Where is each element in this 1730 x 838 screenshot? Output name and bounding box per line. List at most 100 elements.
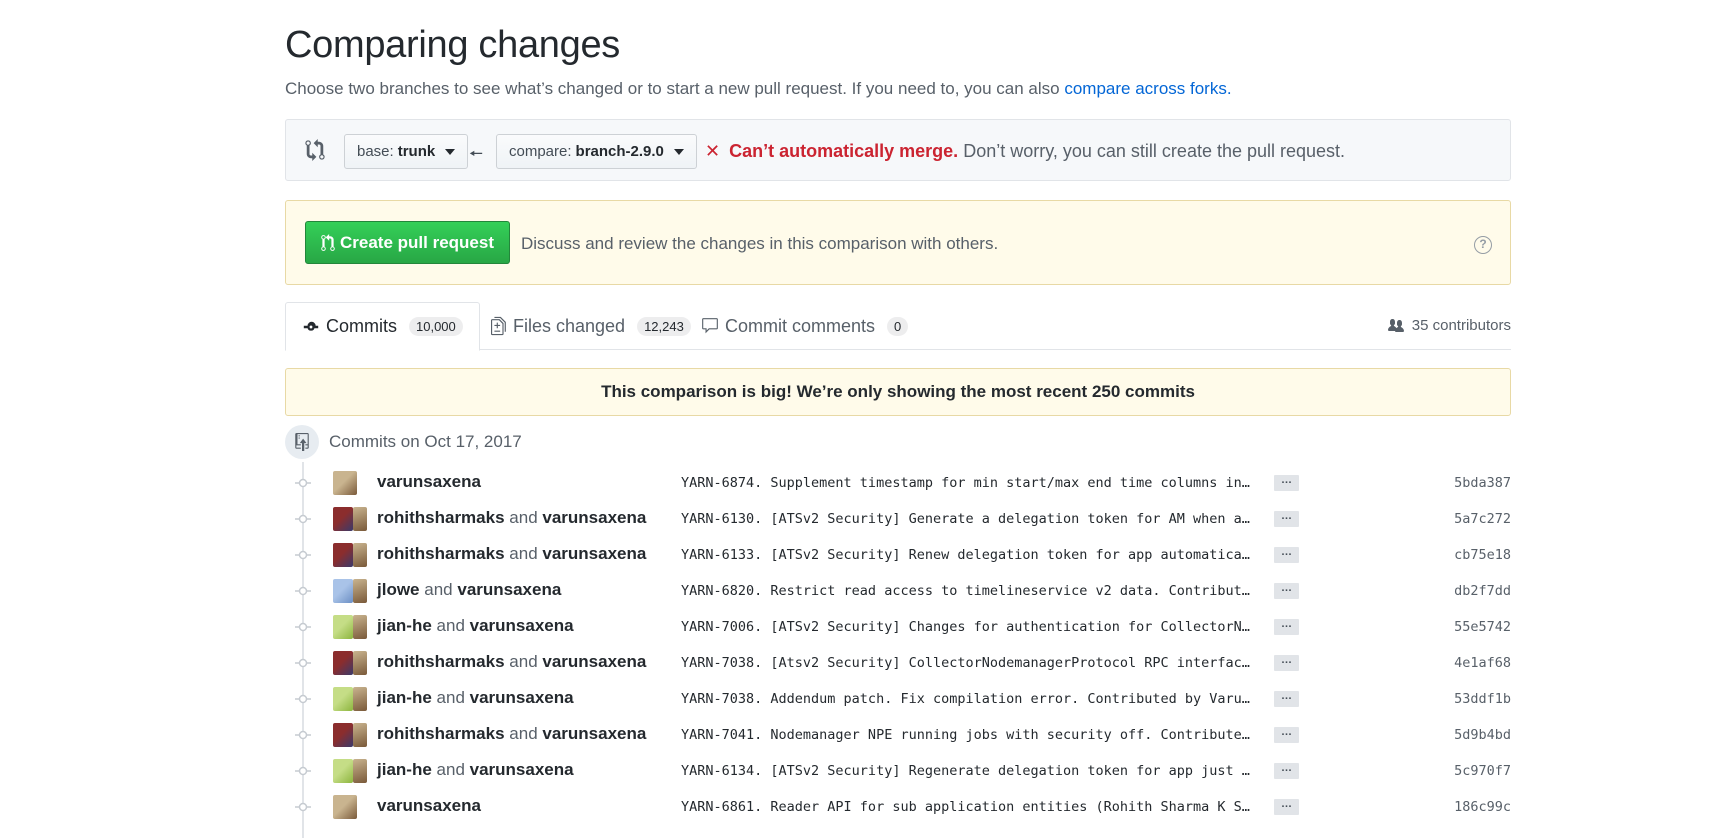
commit-sha-link[interactable]: 186c99c: [1454, 799, 1511, 815]
contributors-link[interactable]: 35 contributors: [1386, 317, 1511, 334]
tab-commit-comments-label: Commit comments: [725, 315, 876, 336]
commit-avatars[interactable]: [333, 471, 357, 495]
commit-row: rohithsharmaks and varunsaxena YARN-7038.…: [285, 645, 1511, 681]
expand-message-button[interactable]: …: [1274, 763, 1299, 779]
chevron-down-icon: [445, 148, 456, 155]
coauthor-link[interactable]: varunsaxena: [470, 688, 574, 707]
create-pull-request-label: Create pull request: [340, 232, 494, 252]
commit-sha-link[interactable]: db2f7dd: [1454, 583, 1511, 599]
compare-across-forks-link[interactable]: compare across forks.: [1064, 79, 1231, 98]
coauthor-link[interactable]: varunsaxena: [542, 724, 646, 743]
author-link[interactable]: rohithsharmaks: [377, 652, 505, 671]
tab-files-changed[interactable]: Files changed 12,243: [475, 302, 707, 350]
commit-avatars[interactable]: [333, 579, 367, 603]
expand-message-button[interactable]: …: [1274, 511, 1299, 527]
coauthor-link[interactable]: varunsaxena: [470, 616, 574, 635]
commit-authors: rohithsharmaks and varunsaxena: [377, 544, 646, 564]
author-link[interactable]: jian-he: [377, 616, 432, 635]
avatar[interactable]: [333, 651, 353, 675]
commit-avatars[interactable]: [333, 795, 357, 819]
commit-avatars[interactable]: [333, 759, 367, 783]
and-text: and: [509, 508, 538, 527]
commit-message-link[interactable]: YARN-6861. Reader API for sub applicatio…: [681, 799, 1261, 815]
commit-sha-link[interactable]: 4e1af68: [1454, 655, 1511, 671]
commit-sha-link[interactable]: 5c970f7: [1454, 763, 1511, 779]
coauthor-link[interactable]: varunsaxena: [542, 544, 646, 563]
author-link[interactable]: rohithsharmaks: [377, 508, 505, 527]
commit-avatars[interactable]: [333, 615, 367, 639]
compare-tabs: Commits 10,000 Files changed 12,243 Comm…: [285, 302, 1511, 351]
commit-message-link[interactable]: YARN-7006. [ATSv2 Security] Changes for …: [681, 619, 1261, 635]
commit-avatars[interactable]: [333, 507, 367, 531]
commit-message-link[interactable]: YARN-7038. Addendum patch. Fix compilati…: [681, 691, 1261, 707]
expand-message-button[interactable]: …: [1274, 799, 1299, 815]
commit-message-link[interactable]: YARN-6134. [ATSv2 Security] Regenerate d…: [681, 763, 1261, 779]
expand-message-button[interactable]: …: [1274, 655, 1299, 671]
avatar[interactable]: [353, 759, 367, 783]
commit-sha-link[interactable]: 53ddf1b: [1454, 691, 1511, 707]
author-link[interactable]: varunsaxena: [377, 796, 481, 815]
coauthor-link[interactable]: varunsaxena: [470, 760, 574, 779]
avatar[interactable]: [353, 543, 367, 567]
avatar[interactable]: [333, 615, 353, 639]
tab-commit-comments[interactable]: Commit comments 0: [685, 302, 924, 350]
commit-authors: jian-he and varunsaxena: [377, 616, 574, 636]
commit-avatars[interactable]: [333, 543, 367, 567]
avatar[interactable]: [353, 615, 367, 639]
commit-sha-link[interactable]: 5bda387: [1454, 475, 1511, 491]
commit-message-link[interactable]: YARN-6130. [ATSv2 Security] Generate a d…: [681, 511, 1261, 527]
author-link[interactable]: jian-he: [377, 760, 432, 779]
commit-dot-icon: [295, 694, 311, 704]
commit-message-link[interactable]: YARN-7041. Nodemanager NPE running jobs …: [681, 727, 1261, 743]
avatar[interactable]: [333, 687, 353, 711]
author-link[interactable]: jlowe: [377, 580, 420, 599]
commit-authors: jian-he and varunsaxena: [377, 760, 574, 780]
file-diff-icon: [491, 316, 506, 336]
compare-branch-select[interactable]: compare: branch-2.9.0: [496, 134, 697, 169]
commit-dot-icon: [295, 586, 311, 596]
commit-avatars[interactable]: [333, 687, 367, 711]
tab-commits[interactable]: Commits 10,000: [285, 302, 480, 351]
avatar[interactable]: [333, 759, 353, 783]
expand-message-button[interactable]: …: [1274, 727, 1299, 743]
avatar[interactable]: [333, 471, 357, 495]
expand-message-button[interactable]: …: [1274, 475, 1299, 491]
avatar[interactable]: [353, 651, 367, 675]
coauthor-link[interactable]: varunsaxena: [542, 508, 646, 527]
avatar[interactable]: [353, 507, 367, 531]
expand-message-button[interactable]: …: [1274, 547, 1299, 563]
avatar[interactable]: [333, 543, 353, 567]
avatar[interactable]: [353, 579, 367, 603]
author-link[interactable]: jian-he: [377, 688, 432, 707]
commit-sha-link[interactable]: 55e5742: [1454, 619, 1511, 635]
avatar[interactable]: [353, 687, 367, 711]
commit-avatars[interactable]: [333, 723, 367, 747]
coauthor-link[interactable]: varunsaxena: [457, 580, 561, 599]
avatar[interactable]: [353, 723, 367, 747]
base-value: trunk: [397, 143, 436, 160]
author-link[interactable]: rohithsharmaks: [377, 544, 505, 563]
avatar[interactable]: [333, 723, 353, 747]
avatar[interactable]: [333, 795, 357, 819]
author-link[interactable]: varunsaxena: [377, 472, 481, 491]
expand-message-button[interactable]: …: [1274, 619, 1299, 635]
commit-dot-icon: [295, 478, 311, 488]
commit-sha-link[interactable]: 5d9b4bd: [1454, 727, 1511, 743]
create-pull-request-button[interactable]: Create pull request: [305, 221, 510, 264]
commit-avatars[interactable]: [333, 651, 367, 675]
avatar[interactable]: [333, 507, 353, 531]
question-icon[interactable]: ?: [1474, 236, 1492, 254]
expand-message-button[interactable]: …: [1274, 583, 1299, 599]
commit-message-link[interactable]: YARN-6874. Supplement timestamp for min …: [681, 475, 1261, 491]
commit-message-link[interactable]: YARN-6133. [ATSv2 Security] Renew delega…: [681, 547, 1261, 563]
coauthor-link[interactable]: varunsaxena: [542, 652, 646, 671]
commit-message-link[interactable]: YARN-7038. [Atsv2 Security] CollectorNod…: [681, 655, 1261, 671]
author-link[interactable]: rohithsharmaks: [377, 724, 505, 743]
commit-sha-link[interactable]: 5a7c272: [1454, 511, 1511, 527]
avatar[interactable]: [333, 579, 353, 603]
commit-sha-link[interactable]: cb75e18: [1454, 547, 1511, 563]
expand-message-button[interactable]: …: [1274, 691, 1299, 707]
commit-message-link[interactable]: YARN-6820. Restrict read access to timel…: [681, 583, 1261, 599]
base-branch-select[interactable]: base: trunk: [344, 134, 469, 169]
base-label: base:: [357, 143, 394, 160]
